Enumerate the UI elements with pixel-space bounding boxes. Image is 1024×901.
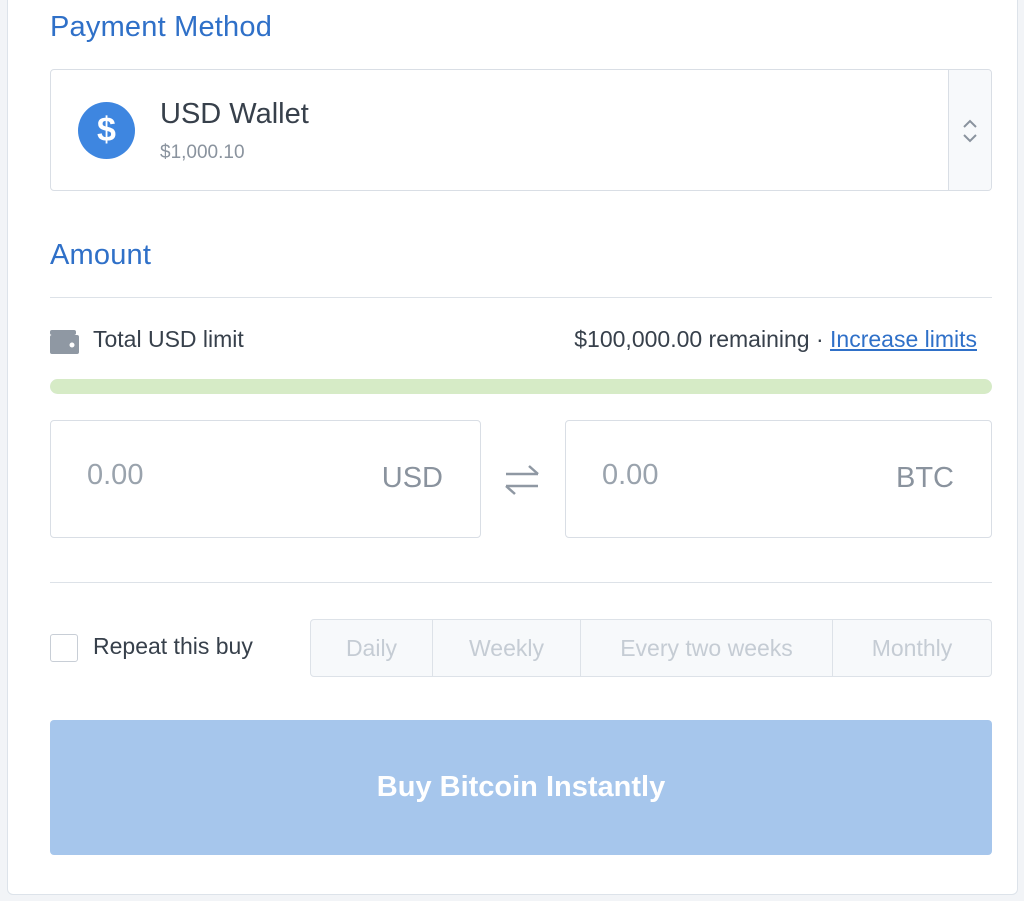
frequency-option-monthly[interactable]: Monthly [833, 620, 991, 676]
limit-remaining: $100,000.00 remaining [574, 326, 810, 352]
dollar-icon: $ [78, 102, 135, 159]
select-toggle[interactable] [948, 70, 991, 190]
buy-card: Payment Method $ USD Wallet $1,000.10 Am… [7, 0, 1018, 895]
payment-method-select[interactable]: $ USD Wallet $1,000.10 [50, 69, 992, 191]
limit-progress-fill [50, 379, 992, 394]
usd-amount-box: USD [50, 420, 481, 538]
repeat-buy-checkbox[interactable] [50, 634, 78, 662]
limit-status: $100,000.00 remaining · Increase limits [574, 326, 977, 353]
payment-method-title: Payment Method [50, 11, 273, 43]
wallet-icon [50, 330, 79, 354]
divider [50, 582, 992, 583]
swap-arrows-icon[interactable] [504, 463, 540, 497]
increase-limits-link[interactable]: Increase limits [830, 326, 977, 352]
frequency-option-daily[interactable]: Daily [311, 620, 433, 676]
limit-separator: · [809, 326, 831, 352]
frequency-option-every-two-weeks[interactable]: Every two weeks [581, 620, 833, 676]
repeat-buy-label: Repeat this buy [93, 633, 253, 659]
divider [50, 297, 992, 298]
limit-progress-bar [50, 379, 992, 394]
btc-amount-box: BTC [565, 420, 992, 538]
btc-amount-input[interactable] [602, 459, 802, 492]
buy-bitcoin-button[interactable]: Buy Bitcoin Instantly [50, 720, 992, 855]
wallet-name: USD Wallet [160, 98, 309, 130]
btc-unit-label: BTC [896, 462, 954, 494]
limit-label: Total USD limit [93, 326, 244, 352]
usd-unit-label: USD [381, 462, 443, 494]
amount-title: Amount [50, 239, 152, 271]
frequency-option-weekly[interactable]: Weekly [433, 620, 581, 676]
frequency-selector: Daily Weekly Every two weeks Monthly [310, 619, 992, 677]
usd-amount-input[interactable] [87, 459, 287, 492]
wallet-balance: $1,000.10 [160, 142, 245, 163]
chevron-up-down-icon [963, 119, 977, 143]
